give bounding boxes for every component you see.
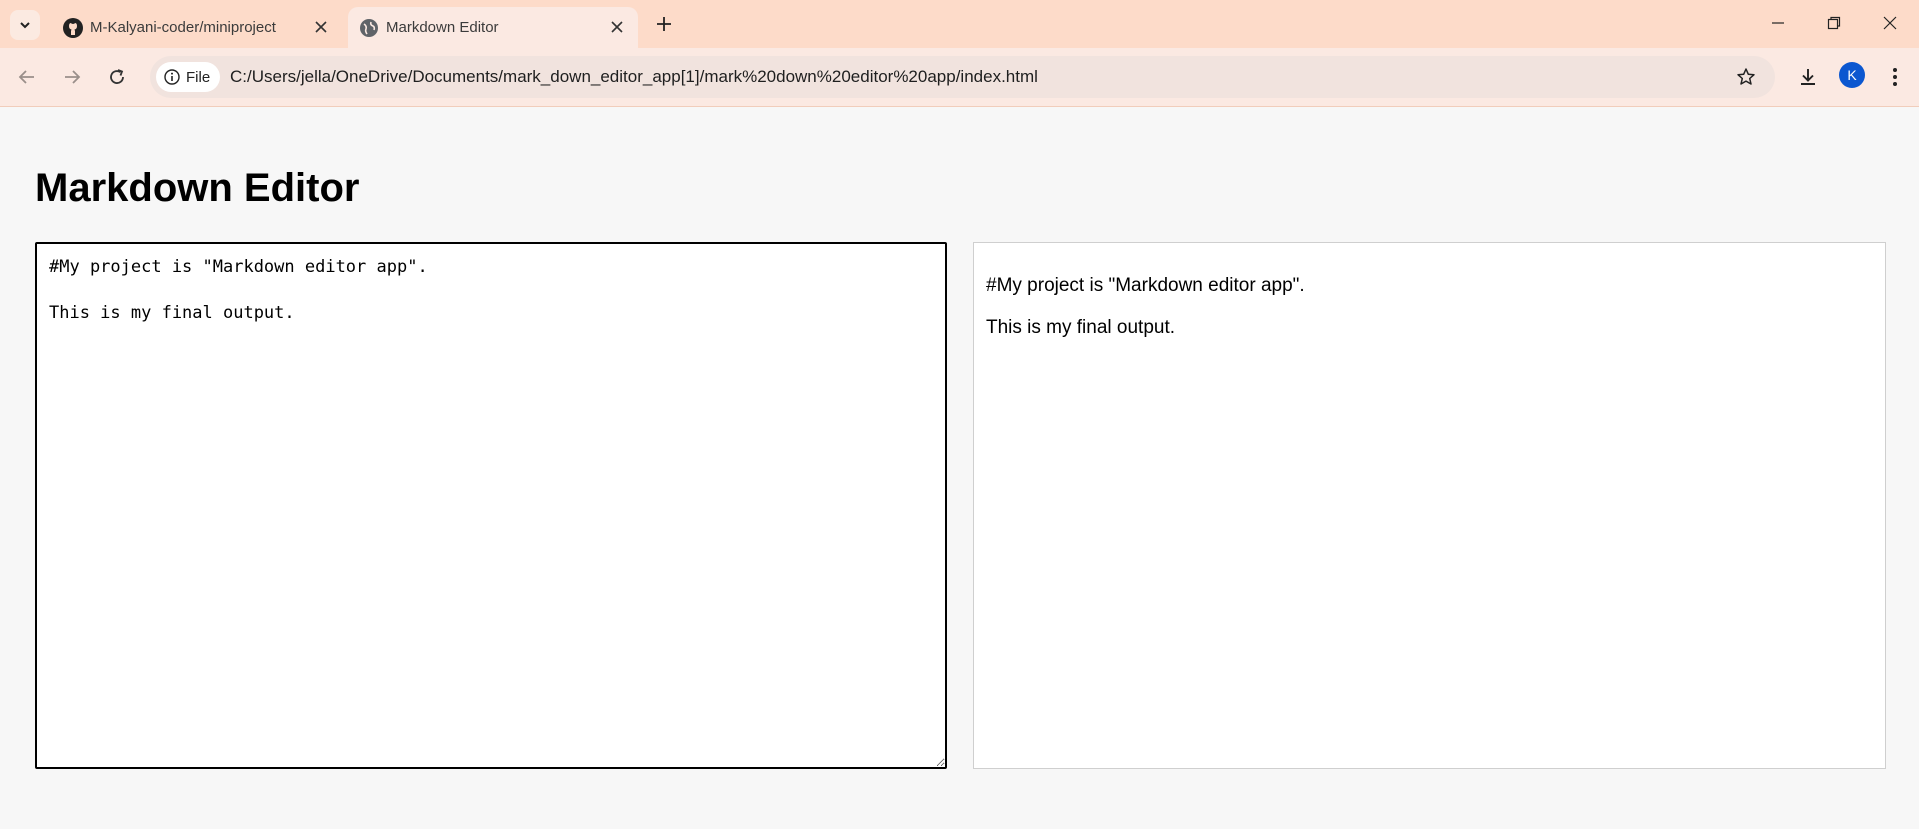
close-icon[interactable] [310,16,332,38]
reload-button[interactable] [102,62,132,92]
profile-avatar[interactable]: K [1839,62,1865,88]
markdown-input[interactable] [35,242,947,769]
tab-strip: M-Kalyani-coder/miniproject Markdown Edi… [0,0,1919,48]
chevron-down-icon [20,22,30,29]
page-title: Markdown Editor [35,166,360,210]
restore-icon [1827,16,1841,30]
globe-icon [360,19,378,37]
preview-paragraph: #My project is "Markdown editor app". [986,275,1305,296]
site-info-chip[interactable]: File [156,62,221,92]
close-window-button[interactable] [1875,10,1905,36]
preview-pane: #My project is "Markdown editor app". Th… [973,242,1886,769]
tab-markdown-editor[interactable]: Markdown Editor [348,7,638,48]
close-icon[interactable] [606,16,628,38]
github-icon [63,18,83,38]
reload-icon [110,69,124,84]
menu-button[interactable] [1880,62,1910,92]
arrow-right-icon [65,70,81,84]
tab-title: Markdown Editor [386,19,499,36]
minimize-button[interactable] [1763,10,1793,36]
tab-github[interactable]: M-Kalyani-coder/miniproject [52,7,342,48]
new-tab-button[interactable] [652,12,676,36]
site-info-label: File [186,68,211,86]
browser-toolbar: File C:/Users/jella/OneDrive/Documents/m… [0,48,1919,107]
downloads-button[interactable] [1793,62,1823,92]
minimize-icon [1772,22,1784,24]
info-icon [164,69,180,85]
url-text[interactable]: C:/Users/jella/OneDrive/Documents/mark_d… [230,67,1038,87]
plus-icon [657,17,671,31]
arrow-left-icon [18,70,34,84]
more-vert-icon [1893,68,1897,86]
preview-paragraph: This is my final output. [986,317,1176,338]
download-icon [1801,69,1815,85]
close-icon [1883,16,1897,30]
star-icon [1737,68,1755,85]
back-button[interactable] [12,62,42,92]
address-bar[interactable]: File C:/Users/jella/OneDrive/Documents/m… [150,56,1775,98]
tab-search-button[interactable] [10,10,40,40]
restore-button[interactable] [1819,10,1849,36]
tab-title: M-Kalyani-coder/miniproject [90,19,276,36]
forward-button[interactable] [57,62,87,92]
bookmark-button[interactable] [1733,64,1759,90]
